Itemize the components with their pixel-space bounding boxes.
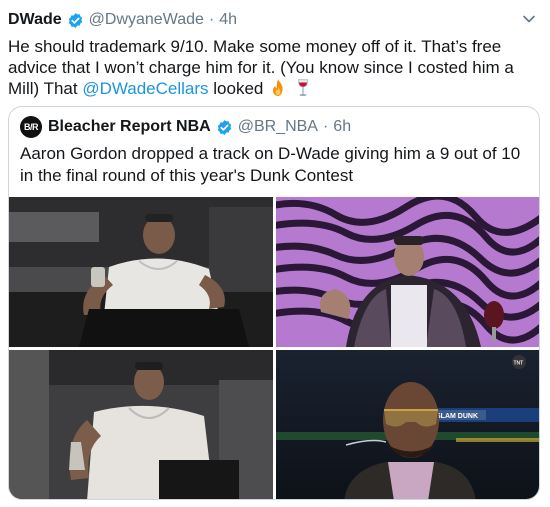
- chevron-down-icon[interactable]: [522, 12, 536, 26]
- verified-badge-icon: [68, 12, 82, 28]
- media-image-4[interactable]: SLAM DUNK TNT: [276, 350, 539, 499]
- photo-dwade-arena: SLAM DUNK TNT: [276, 350, 539, 499]
- separator-dot: ·: [322, 118, 329, 135]
- avatar-logo-text: B/R: [24, 122, 39, 132]
- fire-emoji-icon: [273, 79, 283, 96]
- media-grid: SLAM DUNK TNT: [9, 197, 539, 499]
- media-image-2[interactable]: [276, 197, 539, 347]
- verified-badge-icon: [217, 119, 231, 135]
- timestamp[interactable]: 4h: [219, 11, 237, 29]
- quoted-tweet-header: B/R Bleacher Report NBA @BR_NBA · 6h: [20, 116, 351, 138]
- quoted-tweet[interactable]: B/R Bleacher Report NBA @BR_NBA · 6h Aar…: [8, 106, 540, 500]
- media-image-1[interactable]: [9, 197, 273, 347]
- tnt-logo-text: TNT: [514, 361, 524, 367]
- photo-reclining-man: [9, 197, 273, 347]
- quoted-timestamp[interactable]: 6h: [333, 118, 351, 136]
- tweet-text: He should trademark 9/10. Make some mone…: [8, 36, 538, 99]
- tweet[interactable]: DWade @DwyaneWade · 4h He should tradema…: [0, 0, 550, 507]
- author-handle[interactable]: @DwyaneWade: [89, 11, 204, 29]
- wine-glass-emoji-icon: [297, 79, 308, 96]
- tweet-text-part: looked: [208, 79, 269, 98]
- photo-man-on-couch: [9, 350, 273, 499]
- media-image-3[interactable]: [9, 350, 273, 499]
- separator-dot: ·: [208, 11, 215, 28]
- arena-banner-text: SLAM DUNK: [436, 413, 478, 420]
- quoted-author-handle[interactable]: @BR_NBA: [238, 118, 318, 136]
- quoted-author-name[interactable]: Bleacher Report NBA: [48, 118, 211, 136]
- avatar[interactable]: B/R: [20, 116, 42, 138]
- mention-link[interactable]: @DWadeCellars: [82, 79, 208, 98]
- quoted-tweet-text: Aaron Gordon dropped a track on D-Wade g…: [20, 144, 521, 185]
- tweet-header: DWade @DwyaneWade · 4h: [8, 9, 237, 31]
- author-name[interactable]: DWade: [8, 11, 62, 29]
- photo-zebra-background: [276, 197, 539, 347]
